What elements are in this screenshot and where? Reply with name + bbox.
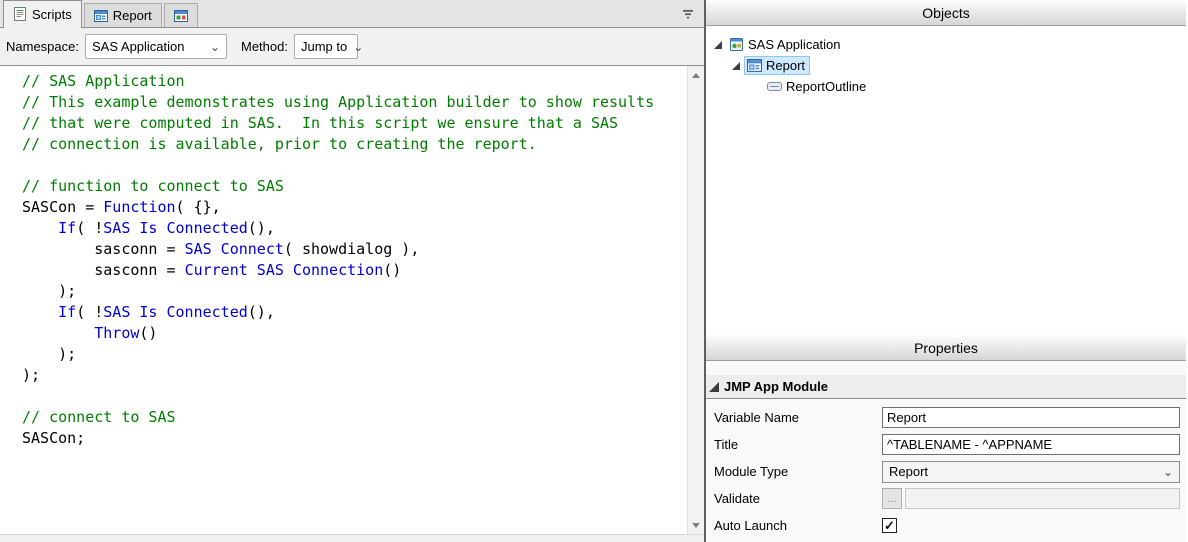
- script-editor-panel: Scripts Report Namespace: SAS Applica: [0, 0, 706, 542]
- report-icon: [747, 58, 762, 73]
- check-icon: ✓: [884, 519, 895, 532]
- application-icon: [729, 37, 744, 52]
- validate-label: Validate: [714, 491, 882, 506]
- tree-item-sas-application[interactable]: SAS Application: [706, 34, 1186, 55]
- chevron-down-icon: ⌄: [210, 42, 220, 52]
- code-editor[interactable]: // SAS Application// This example demons…: [0, 66, 687, 534]
- title-row: Title: [714, 431, 1180, 458]
- jmp-app-builder-window: Scripts Report Namespace: SAS Applica: [0, 0, 1188, 542]
- tree-item-label: ReportOutline: [786, 79, 866, 94]
- title-input[interactable]: [882, 434, 1180, 455]
- section-title: JMP App Module: [724, 379, 828, 394]
- tree-item-label: Report: [766, 58, 805, 73]
- collapse-arrow-icon[interactable]: [709, 382, 719, 392]
- tab-report[interactable]: Report: [84, 3, 162, 27]
- tree-item-reportoutline[interactable]: ReportOutline: [706, 76, 1186, 97]
- scroll-up-icon[interactable]: [688, 66, 704, 83]
- properties-body: JMP App Module Variable Name Title Modul…: [706, 361, 1186, 542]
- outline-icon: [767, 82, 782, 91]
- method-label: Method:: [241, 39, 288, 54]
- title-label: Title: [714, 437, 882, 452]
- auto-launch-checkbox[interactable]: ✓: [882, 518, 897, 533]
- expand-arrow-icon[interactable]: [732, 62, 740, 70]
- scrollbar-track[interactable]: [688, 83, 704, 517]
- module-type-row: Module Type Report ⌄: [714, 458, 1180, 485]
- variable-name-input[interactable]: [882, 407, 1180, 428]
- properties-panel-header: Properties: [706, 335, 1186, 361]
- namespace-dropdown[interactable]: SAS Application ⌄: [85, 34, 227, 59]
- validate-input: [905, 488, 1180, 509]
- section-jmp-app-module[interactable]: JMP App Module: [706, 375, 1186, 399]
- objects-tree: SAS Application Report ReportOutline: [706, 26, 1186, 335]
- properties-grid: Variable Name Title Module Type Report ⌄: [706, 399, 1186, 539]
- script-toolbar: Namespace: SAS Application ⌄ Method: Jum…: [0, 28, 704, 66]
- vertical-scrollbar[interactable]: [687, 66, 704, 534]
- tree-item-report[interactable]: Report: [706, 55, 1186, 76]
- tab-scripts-label: Scripts: [32, 7, 72, 22]
- validate-row: Validate ...: [714, 485, 1180, 512]
- method-dropdown[interactable]: Jump to ⌄: [294, 34, 358, 59]
- module-type-label: Module Type: [714, 464, 882, 479]
- report-window-icon: [94, 9, 108, 23]
- tab-report-label: Report: [113, 8, 152, 23]
- validate-ellipsis-button[interactable]: ...: [882, 488, 902, 509]
- chevron-down-icon: ⌄: [353, 42, 363, 52]
- chevron-down-icon: ⌄: [1163, 467, 1173, 477]
- properties-title: Properties: [914, 340, 978, 356]
- app-window-icon: [174, 9, 188, 23]
- script-page-icon: [13, 7, 27, 21]
- variable-name-label: Variable Name: [714, 410, 882, 425]
- tree-item-label: SAS Application: [748, 37, 841, 52]
- scroll-down-icon[interactable]: [688, 517, 704, 534]
- horizontal-scrollbar[interactable]: [0, 534, 704, 542]
- filter-icon[interactable]: [680, 7, 696, 21]
- objects-title: Objects: [922, 5, 969, 21]
- tab-application[interactable]: [164, 3, 198, 27]
- editor-tabstrip: Scripts Report: [0, 0, 704, 28]
- variable-name-row: Variable Name: [714, 404, 1180, 431]
- auto-launch-label: Auto Launch: [714, 518, 882, 533]
- method-value: Jump to: [301, 39, 347, 54]
- tab-scripts[interactable]: Scripts: [3, 0, 82, 28]
- objects-panel-header: Objects: [706, 0, 1186, 26]
- auto-launch-row: Auto Launch ✓: [714, 512, 1180, 539]
- editor-wrap: // SAS Application// This example demons…: [0, 66, 704, 534]
- module-type-dropdown[interactable]: Report ⌄: [882, 461, 1180, 483]
- module-type-value: Report: [889, 464, 928, 479]
- namespace-value: SAS Application: [92, 39, 185, 54]
- expand-arrow-icon[interactable]: [714, 41, 722, 49]
- objects-properties-panel: Objects SAS Application Report: [706, 0, 1186, 542]
- namespace-label: Namespace:: [6, 39, 79, 54]
